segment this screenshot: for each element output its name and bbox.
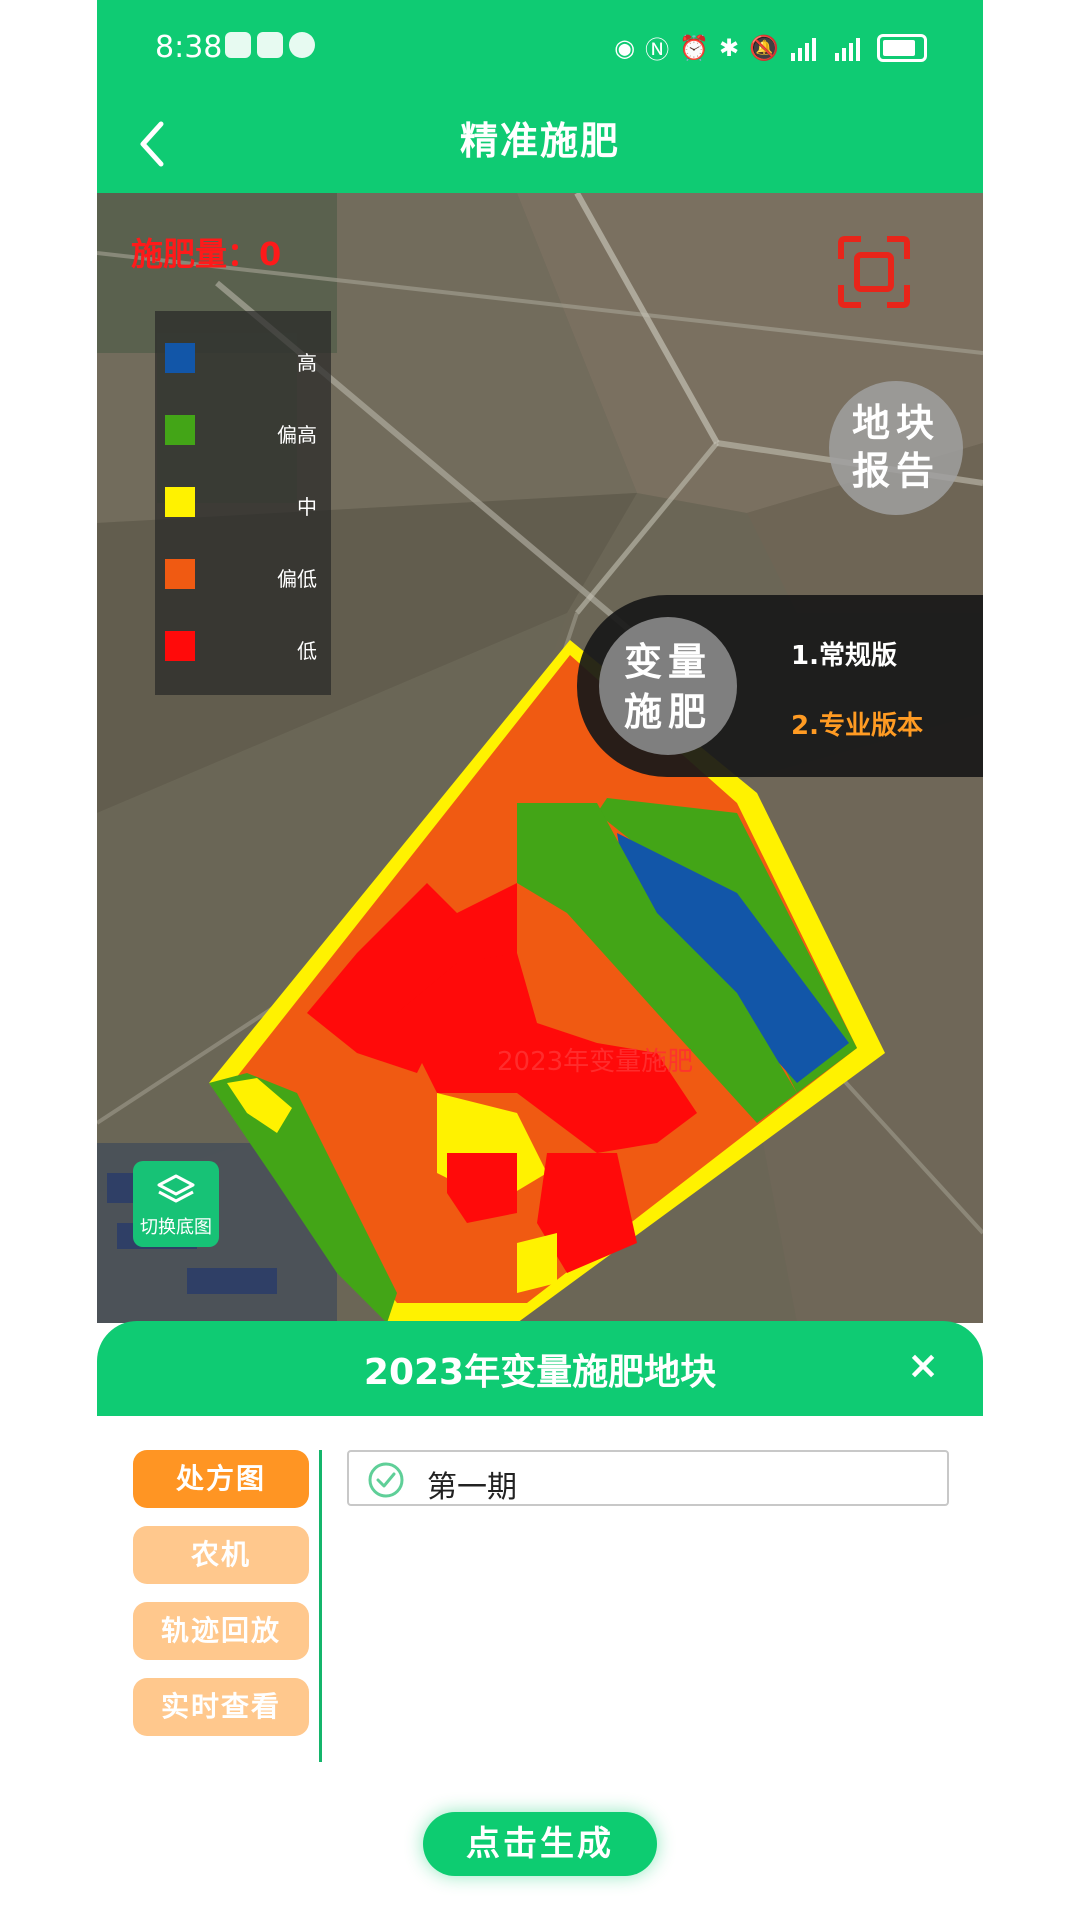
- layers-icon: [157, 1174, 195, 1203]
- legend-item-mid-low: 偏低: [165, 555, 325, 595]
- status-bar: 8:38 ◉ Ⓝ ⏰ ✱ 🔕: [97, 0, 983, 100]
- legend-label: 偏高: [277, 423, 317, 447]
- eye-icon: ◉: [614, 33, 636, 62]
- legend-label: 偏低: [277, 567, 317, 591]
- check-circle-icon: [368, 1462, 404, 1498]
- fertilizer-amount: 施肥量：0: [131, 235, 282, 273]
- tab-machinery[interactable]: 农机: [133, 1526, 309, 1584]
- tab-divider: [319, 1450, 322, 1762]
- bottom-sheet-header: 2023年变量施肥地块 ×: [97, 1321, 983, 1416]
- alarm-icon: ⏰: [679, 33, 709, 62]
- legend-item-medium: 中: [165, 483, 325, 523]
- fullscreen-scan-icon[interactable]: [837, 235, 911, 309]
- app-notification-icon: [225, 32, 251, 58]
- notification-icons: [225, 32, 315, 58]
- close-icon[interactable]: ×: [907, 1343, 939, 1387]
- report-line-2: 报告: [851, 449, 940, 493]
- legend-swatch: [165, 559, 195, 589]
- top-bar: 8:38 ◉ Ⓝ ⏰ ✱ 🔕 精准施肥: [97, 0, 983, 193]
- sheet-title: 2023年变量施肥地块: [363, 1352, 717, 1393]
- period-label: 第一期: [427, 1470, 517, 1505]
- period-list-item[interactable]: 第一期: [347, 1450, 949, 1506]
- standard-version-option[interactable]: 1.常规版: [791, 635, 897, 672]
- tab-track-playback[interactable]: 轨迹回放: [133, 1602, 309, 1660]
- generate-button[interactable]: 点击生成: [423, 1812, 657, 1876]
- page-title: 精准施肥: [459, 119, 620, 163]
- globe-notification-icon: [289, 32, 315, 58]
- menu-circle-line-1: 变量: [623, 640, 712, 684]
- mute-icon: 🔕: [749, 33, 779, 62]
- legend-label: 高: [297, 351, 317, 375]
- tab-live-view[interactable]: 实时查看: [133, 1678, 309, 1736]
- legend-swatch: [165, 415, 195, 445]
- legend-item-low: 低: [165, 627, 325, 667]
- map-view[interactable]: 施肥量：0 高 偏高 中 偏低 低 地块 报告 变量 施肥 1.常规版 2.专业…: [97, 193, 983, 1323]
- report-line-1: 地块: [851, 401, 940, 445]
- app-header: 精准施肥: [97, 100, 983, 193]
- system-icons: ◉ Ⓝ ⏰ ✱ 🔕: [614, 30, 927, 65]
- battery-icon: [877, 33, 927, 62]
- app-screen: 8:38 ◉ Ⓝ ⏰ ✱ 🔕 精准施肥 施肥量：0 高 偏高 中 偏低 低 地块…: [97, 0, 983, 1920]
- switch-basemap-button[interactable]: 切换底图: [133, 1161, 219, 1247]
- map-legend: 高 偏高 中 偏低 低: [155, 311, 331, 695]
- field-report-button[interactable]: 地块 报告: [829, 381, 963, 515]
- field-map-label: 2023年变量施肥: [497, 1047, 694, 1077]
- bluetooth-icon: ✱: [719, 33, 740, 62]
- nfc-icon: Ⓝ: [645, 36, 670, 64]
- signal-icon-2: [835, 37, 860, 61]
- status-time: 8:38: [155, 30, 223, 65]
- legend-label: 中: [297, 495, 317, 519]
- legend-item-high: 高: [165, 339, 325, 379]
- gift-notification-icon: [257, 32, 283, 58]
- variable-fertilization-menu: 变量 施肥 1.常规版 2.专业版本: [577, 595, 983, 777]
- pro-version-option[interactable]: 2.专业版本: [791, 705, 923, 742]
- legend-label: 低: [297, 639, 317, 663]
- menu-circle-line-2: 施肥: [623, 690, 712, 734]
- legend-swatch: [165, 631, 195, 661]
- legend-swatch: [165, 343, 195, 373]
- sheet-tabs: 处方图 农机 轨迹回放 实时查看: [133, 1450, 309, 1754]
- legend-swatch: [165, 487, 195, 517]
- variable-fertilization-button[interactable]: 变量 施肥: [599, 617, 737, 755]
- switch-basemap-label: 切换底图: [140, 1217, 212, 1238]
- tab-prescription-map[interactable]: 处方图: [133, 1450, 309, 1508]
- legend-item-mid-high: 偏高: [165, 411, 325, 451]
- signal-icon: [791, 37, 816, 61]
